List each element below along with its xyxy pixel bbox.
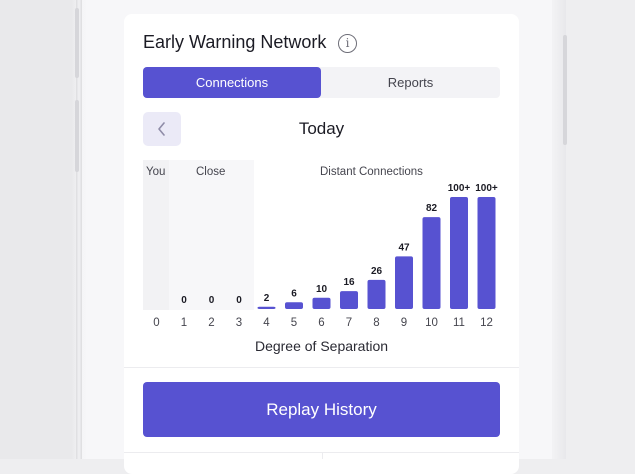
bar-value-label: 0 (209, 295, 215, 306)
bar-value-label: 0 (181, 295, 187, 306)
replay-history-button[interactable]: Replay History (143, 382, 500, 437)
bar-value-label: 16 (343, 277, 355, 288)
x-tick-label: 11 (453, 317, 465, 329)
bar-value-label: 26 (371, 266, 383, 277)
chart-bar (257, 306, 276, 309)
bar-value-label: 10 (316, 284, 328, 295)
chart-bar (312, 297, 331, 309)
x-tick-label: 9 (401, 317, 407, 329)
x-axis-title: Degree of Separation (254, 338, 389, 354)
x-tick-label: 6 (318, 317, 324, 329)
chart-bar (477, 197, 496, 309)
bottom-divider-vertical (322, 452, 323, 459)
bar-value-label: 100+ (448, 183, 471, 194)
chart-bar (450, 197, 468, 309)
x-tick-label: 2 (208, 317, 214, 329)
chart-bar (422, 217, 441, 309)
bar-value-label: 0 (236, 295, 242, 306)
bar-value-label: 6 (291, 288, 297, 299)
bar-value-label: 100+ (475, 183, 498, 194)
x-tick-label: 7 (346, 317, 352, 329)
chart-bar (285, 302, 303, 309)
chart-bar (367, 279, 386, 309)
x-tick-label: 0 (153, 317, 159, 329)
x-tick-label: 3 (236, 317, 242, 329)
x-tick-label: 10 (425, 317, 438, 329)
x-tick-label: 1 (181, 317, 187, 329)
x-tick-label: 5 (291, 317, 297, 329)
x-tick-label: 12 (480, 317, 493, 329)
x-tick-label: 4 (263, 317, 270, 329)
bar-value-label: 47 (398, 242, 410, 253)
x-tick-label: 8 (373, 317, 379, 329)
bar-value-label: 2 (264, 293, 270, 304)
chart-bar (395, 256, 413, 309)
chart-bar (340, 291, 358, 309)
bar-value-label: 82 (426, 203, 438, 214)
section-divider (124, 367, 519, 368)
